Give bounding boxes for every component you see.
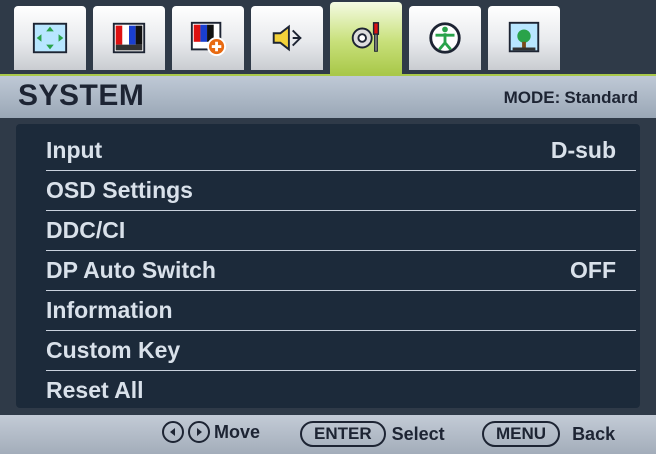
header-bar: SYSTEM MODE: Standard (0, 74, 656, 118)
menu-item-value: D-sub (550, 137, 616, 163)
menu-item-osd-settings[interactable]: OSD Settings (46, 170, 636, 211)
menu-item-label: DP Auto Switch (46, 257, 216, 283)
back-label: Back (572, 423, 616, 444)
system-tools-icon (351, 22, 380, 52)
tab-picture-move[interactable] (12, 4, 88, 70)
menu-item-input[interactable]: Input D-sub (46, 130, 636, 171)
menu-item-dp-auto-switch[interactable]: DP Auto Switch OFF (46, 250, 636, 291)
menu-item-label: Input (46, 137, 103, 163)
footer-hints: Move ENTER Select MENU Back (0, 415, 656, 454)
move-hint[interactable]: Move (162, 421, 260, 443)
mode-indicator: MODE: Standard (500, 88, 638, 108)
menu-item-ddc-ci[interactable]: DDC/CI (46, 210, 636, 251)
menu-item-label: Custom Key (46, 337, 181, 363)
tab-bar (0, 0, 656, 74)
select-label: Select (391, 423, 445, 444)
menu-item-information[interactable]: Information (46, 290, 636, 331)
menu-item-label: Reset All (46, 377, 144, 403)
osd-window: SYSTEM MODE: Standard Input D-sub OSD Set… (0, 0, 656, 454)
mode-value: Standard (564, 88, 638, 107)
tab-color-advanced[interactable] (170, 4, 246, 70)
menu-panel: Input D-sub OSD Settings DDC/CI DP Auto … (16, 124, 640, 408)
menu-item-reset-all[interactable]: Reset All (46, 370, 636, 410)
tab-mode[interactable] (486, 4, 562, 70)
menu-item-label: OSD Settings (46, 177, 193, 203)
right-arrow-icon[interactable] (188, 421, 210, 443)
back-hint[interactable]: MENU Back (482, 421, 615, 447)
tab-color[interactable] (91, 4, 167, 70)
tab-audio[interactable] (249, 4, 325, 70)
tab-system[interactable] (328, 0, 404, 74)
color-bars-plus-icon (190, 21, 227, 57)
tab-eco[interactable] (407, 4, 483, 70)
left-arrow-icon[interactable] (162, 421, 184, 443)
menu-item-custom-key[interactable]: Custom Key (46, 330, 636, 371)
color-bars-icon (112, 22, 146, 54)
select-hint[interactable]: ENTER Select (300, 421, 445, 447)
menu-button[interactable]: MENU (482, 421, 561, 447)
mode-label: MODE: (503, 88, 561, 107)
enter-button[interactable]: ENTER (300, 421, 386, 447)
mode-picture-icon (508, 21, 540, 53)
speaker-icon (272, 24, 302, 52)
menu-item-value: OFF (570, 257, 616, 283)
menu-item-label: Information (46, 297, 173, 323)
eco-icon (429, 22, 461, 54)
picture-move-icon (32, 22, 68, 54)
menu-item-label: DDC/CI (46, 217, 126, 243)
move-label: Move (214, 421, 261, 442)
page-title: SYSTEM (18, 79, 145, 112)
